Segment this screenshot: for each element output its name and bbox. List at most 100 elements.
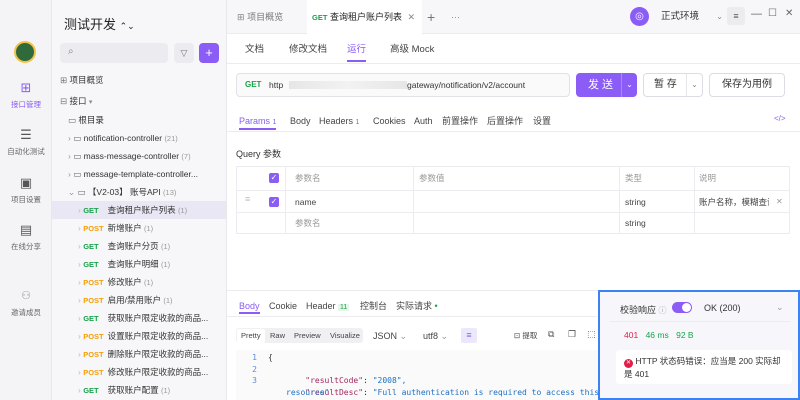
overview-icon: ⊞	[60, 75, 68, 85]
view-pretty-button[interactable]: Pretty	[237, 329, 265, 343]
endpoint-item[interactable]: › GET 查询账户明细 (1)	[52, 255, 226, 273]
tree-folder[interactable]: › ▭ mass-message-controller (7)	[68, 147, 226, 165]
endpoint-item[interactable]: › GET 获取账户限定收款的商品...	[52, 309, 226, 327]
tab-headers[interactable]: Headers 1	[319, 112, 359, 130]
response-tab-console[interactable]: 控制台	[360, 298, 387, 314]
col-divider	[619, 166, 620, 234]
tree-item-overview[interactable]: ⊞ 项目概览	[60, 71, 226, 89]
tree-item-api-folder[interactable]: ⊟ 接口 ▾	[60, 92, 226, 110]
param-checkbox[interactable]: ✓	[269, 197, 279, 207]
param-value-input[interactable]	[419, 192, 609, 212]
tab-auth[interactable]: Auth	[414, 112, 433, 130]
tab-cookies[interactable]: Cookies	[373, 112, 406, 130]
tab-pre-actions[interactable]: 前置操作	[442, 112, 478, 130]
window-close-icon[interactable]: ✕	[785, 8, 793, 19]
endpoint-item[interactable]: › GET 获取账户配置 (1)	[52, 381, 226, 399]
response-tab-body[interactable]: Body	[239, 298, 260, 314]
tab-docs[interactable]: 文档	[245, 38, 264, 62]
environment-select[interactable]: 正式环境 ⌄	[655, 7, 725, 26]
view-visualize-button[interactable]: Visualize	[330, 329, 360, 343]
response-tab-actual-request[interactable]: 实际请求 •	[396, 298, 438, 314]
save-button[interactable]: 暂 存 ⌄	[643, 73, 703, 97]
tab-active-endpoint[interactable]: GET 查询租户账户列表 ✕	[307, 0, 422, 34]
tab-post-actions[interactable]: 后置操作	[487, 112, 523, 130]
duplicate-icon[interactable]: ❐	[568, 329, 576, 340]
menu-icon[interactable]: ≡	[727, 7, 745, 25]
divider	[610, 321, 790, 322]
tree-folder-expanded[interactable]: ⌄ ▭ 【V2-03】 账号API (13)	[68, 183, 226, 201]
endpoint-item[interactable]: › POST 启用/禁用账户 (1)	[52, 291, 226, 309]
expected-status-select[interactable]: OK (200)	[704, 303, 741, 313]
rail-item-online-share[interactable]: ▤ 在线分享	[0, 222, 52, 252]
copy-icon[interactable]: ⧉	[548, 329, 554, 340]
maximize-icon[interactable]: ☐	[768, 8, 777, 19]
tab-run[interactable]: 运行	[347, 38, 367, 62]
app-avatar[interactable]	[14, 41, 36, 63]
response-tab-cookie[interactable]: Cookie	[269, 298, 297, 314]
new-param-type-select[interactable]: string	[625, 213, 646, 233]
rail-item-invite-members[interactable]: ⚇ 邀请成员	[0, 288, 52, 318]
code-icon[interactable]: </>	[774, 114, 786, 123]
rail-item-project-settings[interactable]: ▣ 项目设置	[0, 175, 52, 205]
minimize-icon[interactable]: —	[751, 8, 762, 20]
fullscreen-icon[interactable]: ⬚	[587, 329, 596, 340]
encoding-select[interactable]: utf8 ⌄	[423, 329, 448, 343]
extract-button[interactable]: ⊡ 提取	[514, 329, 537, 343]
view-raw-button[interactable]: Raw	[270, 329, 285, 343]
new-param-name-input[interactable]: 参数名	[295, 213, 321, 233]
validation-panel: 校验响应 ⓘ OK (200) ⌄ 401 46 ms 92 B ✕ HTTP …	[598, 290, 800, 400]
tab-params[interactable]: Params 1	[239, 112, 277, 130]
tab-settings[interactable]: 设置	[533, 112, 551, 130]
more-tabs-button[interactable]: ···	[451, 0, 460, 34]
endpoint-item[interactable]: › POST 设置账户限定收款的商品...	[52, 327, 226, 345]
close-icon[interactable]: ✕	[407, 12, 415, 22]
col-divider	[694, 166, 695, 234]
format-select[interactable]: JSON ⌄	[373, 329, 407, 343]
endpoint-item[interactable]: › POST 修改账户 (1)	[52, 273, 226, 291]
endpoint-item[interactable]: › POST 删除账户限定收款的商品...	[52, 345, 226, 363]
tab-body[interactable]: Body	[290, 112, 311, 130]
row-divider	[236, 190, 790, 191]
share-icon: ▤	[19, 222, 33, 237]
tree-search-input[interactable]: ⌕	[60, 43, 168, 63]
api-tree-panel: 测试开发 ⌃⌄ ⌕ ▽ + ⊞ 项目概览 ⊟ 接口 ▾ ▭ 根目录 › ▭ no…	[52, 0, 227, 400]
tab-project-overview[interactable]: ⊞ 项目概览	[237, 0, 283, 34]
param-type-select[interactable]: string	[625, 192, 646, 212]
endpoint-item[interactable]: › POST 修改账户限定收款的商品...	[52, 363, 226, 381]
rail-item-api-management[interactable]: ⊞ 接口管理	[0, 80, 52, 110]
project-title[interactable]: 测试开发 ⌃⌄	[64, 14, 135, 33]
filter-button[interactable]: ▽	[174, 43, 194, 63]
param-name-input[interactable]: name	[295, 192, 316, 212]
extract-icon: ⊡	[514, 331, 521, 340]
folder-icon: ▭	[73, 133, 82, 143]
endpoint-item[interactable]: › POST 新增账户 (1)	[52, 219, 226, 237]
url-bar[interactable]: GET http gateway/notification/v2/account	[236, 73, 570, 97]
chevron-down-icon[interactable]: ⌄	[686, 74, 702, 96]
drag-handle-icon[interactable]: ≡	[245, 194, 250, 204]
response-tab-header[interactable]: Header 11	[306, 298, 350, 314]
chevron-down-icon[interactable]: ⌄	[621, 73, 637, 97]
endpoint-item[interactable]: › GET 查询租户账户列表 (1)	[52, 201, 226, 219]
new-tab-button[interactable]: +	[427, 0, 435, 34]
wrap-lines-icon[interactable]: ≡	[461, 328, 477, 343]
chevron-down-icon: ⌄	[68, 187, 76, 197]
validation-toggle[interactable]	[672, 302, 692, 313]
tab-edit-docs[interactable]: 修改文档	[289, 38, 327, 62]
param-desc-input[interactable]: 账户名称，模糊查询	[699, 192, 769, 212]
view-preview-button[interactable]: Preview	[294, 329, 321, 343]
save-as-case-button[interactable]: 保存为用例	[709, 73, 785, 97]
rail-item-automation[interactable]: ☰ 自动化测试	[0, 127, 52, 157]
endpoint-item[interactable]: › GET 查询账户分页 (1)	[52, 237, 226, 255]
chevron-down-icon[interactable]: ⌄	[776, 302, 784, 313]
tree-item-root[interactable]: ▭ 根目录	[68, 111, 226, 129]
chevron-updown-icon: ⌃⌄	[119, 21, 135, 31]
select-all-checkbox[interactable]: ✓	[269, 173, 279, 183]
tree-folder[interactable]: › ▭ message-template-controller...	[68, 165, 226, 183]
delete-row-icon[interactable]: ✕	[776, 197, 783, 206]
env-icon[interactable]: ◎	[630, 7, 649, 26]
add-button[interactable]: +	[199, 43, 219, 63]
tree-folder[interactable]: › ▭ notification-controller (21)	[68, 129, 226, 147]
tab-advanced-mock[interactable]: 高级 Mock	[390, 38, 434, 62]
send-button[interactable]: 发 送 ⌄	[576, 73, 637, 97]
col-header-desc: 说明	[699, 173, 717, 183]
